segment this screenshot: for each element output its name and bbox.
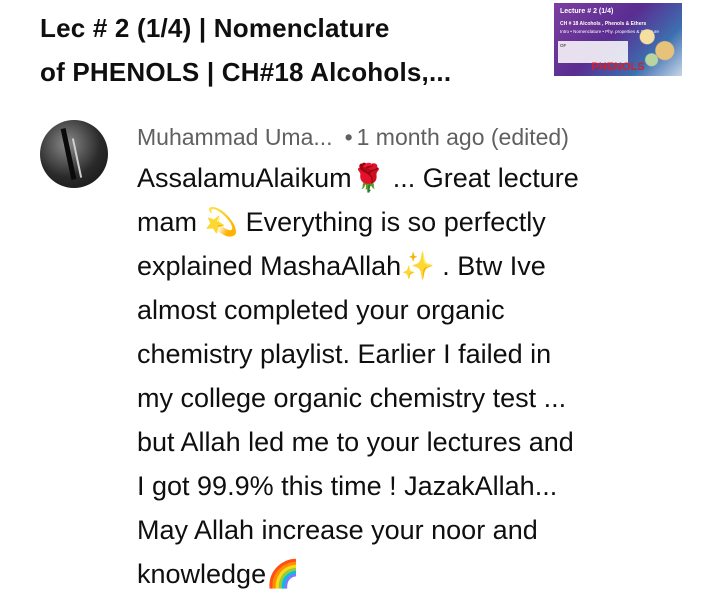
comment-line: knowledge🌈	[137, 559, 300, 589]
comment-line: almost completed your organic	[137, 295, 505, 325]
thumbnail-top-text: Lecture # 2 (1/4)	[560, 8, 614, 15]
comment-line: chemistry playlist. Earlier I failed in	[137, 339, 552, 369]
comment-line: explained MashaAllah✨ . Btw Ive	[137, 251, 546, 281]
comment-line: AssalamuAlaikum🌹 ... Great lecture	[137, 163, 579, 193]
comment-line: May Allah increase your noor and	[137, 515, 538, 545]
video-header: Lec # 2 (1/4) | Nomenclature of PHENOLS …	[0, 0, 712, 104]
comment-line: but Allah led me to your lectures and	[137, 427, 574, 457]
thumbnail-card-text: OF	[560, 43, 567, 48]
comment-author[interactable]: Muhammad Uma...	[137, 124, 333, 150]
comment-line: mam 💫 Everything is so perfectly	[137, 207, 546, 237]
video-title-line-1[interactable]: Lec # 2 (1/4) | Nomenclature	[40, 6, 510, 50]
thumbnail-caption: PHENOLS	[591, 61, 645, 73]
comment-text: AssalamuAlaikum🌹 ... Great lecture mam 💫…	[137, 156, 697, 596]
video-title[interactable]: Lec # 2 (1/4) | Nomenclature of PHENOLS …	[40, 6, 510, 94]
comment-line: my college organic chemistry test ...	[137, 383, 567, 413]
user-avatar[interactable]	[40, 120, 108, 188]
comment-meta: Muhammad Uma... • 1 month ago (edited)	[137, 119, 569, 155]
avatar-image-detail	[60, 128, 77, 180]
thumbnail-card: OF	[558, 41, 628, 63]
comment-line: I got 99.9% this time ! JazakAllah...	[137, 471, 558, 501]
meta-separator: •	[344, 124, 353, 150]
video-title-line-2[interactable]: of PHENOLS | CH#18 Alcohols,...	[40, 50, 510, 94]
comment-time: 1 month ago (edited)	[356, 124, 569, 150]
